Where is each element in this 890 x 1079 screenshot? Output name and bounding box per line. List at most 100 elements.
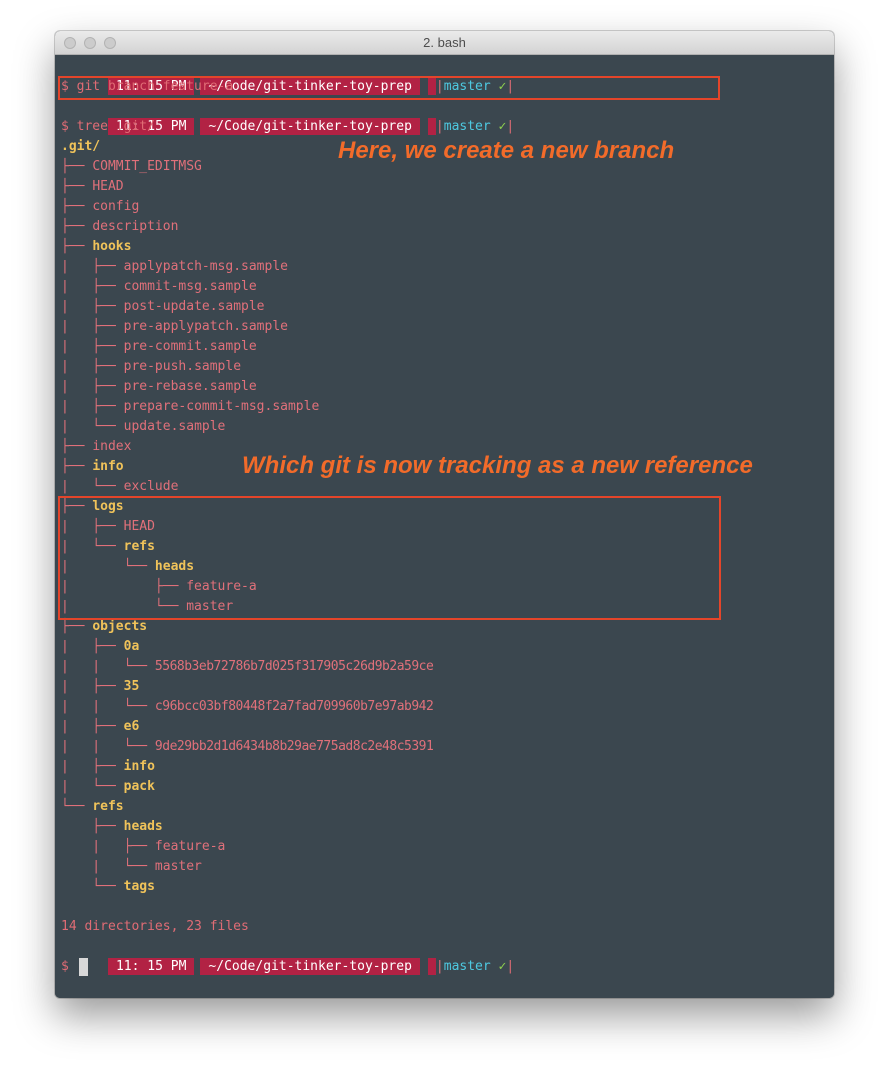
tree-branch-glyph: ├── [61, 819, 124, 834]
tree-entry: | ├── pre-applypatch.sample [61, 317, 288, 337]
tree-file-name: update.sample [123, 419, 226, 434]
tree-file-name: HEAD [92, 179, 124, 194]
tree-branch-glyph: | ├── [61, 299, 124, 314]
tree-branch-glyph: ├── [61, 179, 93, 194]
tree-entry: ├── description [61, 217, 178, 237]
tree-branch-glyph: ├── [61, 619, 93, 634]
tree-file-name: COMMIT_EDITMSG [92, 159, 202, 174]
tree-entry: | ├── feature-a [61, 837, 225, 857]
tree-entry: | └── exclude [61, 477, 178, 497]
tree-branch-glyph: ├── [61, 239, 93, 254]
tree-branch-glyph: | ├── [61, 359, 124, 374]
prompt-branch: master [443, 119, 491, 134]
tree-file-name: pre-push.sample [123, 359, 242, 374]
prompt-line: 11: 15 PM ~/Code/git-tinker-toy-prep |mast… [61, 937, 514, 975]
tree-directory-name: objects [92, 619, 148, 634]
tree-directory-name: tags [123, 879, 155, 894]
window-title: 2. bash [423, 35, 466, 50]
tree-entry: | | └── 9de29bb2d1d6434b8b29ae775ad8c2e4… [61, 737, 434, 757]
tree-root-name: .git/ [61, 139, 101, 154]
tree-branch-glyph: | | └── [61, 659, 155, 674]
annotation-new-branch: Here, we create a new branch [338, 137, 675, 164]
tree-branch-glyph: | ├── [61, 839, 155, 854]
prompt-line: 11: 15 PM ~/Code/git-tinker-toy-prep |mast… [61, 97, 514, 135]
tree-branch-glyph: ├── [61, 439, 93, 454]
tree-entry: | ├── e6 [61, 717, 139, 737]
tree-file-name: applypatch-msg.sample [123, 259, 288, 274]
tree-entry: | ├── pre-push.sample [61, 357, 241, 377]
tree-file-name: pre-rebase.sample [123, 379, 257, 394]
tree-branch-glyph: | ├── [61, 319, 124, 334]
tree-branch-glyph: | └── [61, 859, 155, 874]
tree-branch-glyph: └── [61, 799, 93, 814]
tree-file-name: master [154, 859, 202, 874]
tree-entry: ├── HEAD [61, 177, 124, 197]
tree-directory-name: e6 [123, 719, 140, 734]
tree-branch-glyph: | ├── [61, 719, 124, 734]
tree-summary: 14 directories, 23 files [61, 919, 249, 934]
tree-branch-glyph: | ├── [61, 679, 124, 694]
tree-entry: | ├── commit-msg.sample [61, 277, 257, 297]
tree-entry: | ├── pre-rebase.sample [61, 377, 257, 397]
text-cursor [78, 957, 88, 976]
prompt-branch: master [443, 959, 491, 974]
tree-branch-glyph: | ├── [61, 639, 124, 654]
tree-branch-glyph: | ├── [61, 399, 124, 414]
tree-file-name: pre-commit.sample [123, 339, 257, 354]
tree-entry: ├── heads [61, 817, 163, 837]
tree-entry: └── refs [61, 797, 124, 817]
tree-file-name: commit-msg.sample [123, 279, 257, 294]
highlight-box-command [58, 76, 720, 100]
tree-entry: | ├── 0a [61, 637, 139, 657]
tree-entry: ├── info [61, 457, 124, 477]
prompt-git-segment [427, 958, 436, 975]
prompt-git-segment [427, 118, 436, 135]
highlight-box-logs [58, 496, 721, 620]
tree-file-name: c96bcc03bf80448f2a7fad709960b7e97ab942 [154, 699, 434, 714]
tree-entry: ├── hooks [61, 237, 131, 257]
tree-entry: | | └── c96bcc03bf80448f2a7fad709960b7e9… [61, 697, 434, 717]
tree-branch-glyph: | ├── [61, 339, 124, 354]
tree-directory-name: pack [123, 779, 155, 794]
tree-entry: | └── master [61, 857, 202, 877]
tree-entry: | ├── applypatch-msg.sample [61, 257, 288, 277]
tree-branch-glyph: ├── [61, 459, 93, 474]
tree-branch-glyph: | └── [61, 479, 124, 494]
prompt-path: ~/Code/git-tinker-toy-prep [200, 958, 420, 975]
prompt-time: 11: 15 PM [107, 958, 195, 975]
tree-directory-name: heads [123, 819, 163, 834]
tree-entry: | ├── prepare-commit-msg.sample [61, 397, 319, 417]
tree-directory-name: info [92, 459, 124, 474]
tree-entry: | └── pack [61, 777, 155, 797]
tree-branch-glyph: | | └── [61, 739, 155, 754]
tree-branch-glyph: └── [61, 879, 124, 894]
prompt-symbol: $ [61, 959, 69, 974]
prompt-line: 11: 15 PM ~/Code/git-tinker-toy-prep |mast… [61, 57, 514, 95]
tree-directory-name: 0a [123, 639, 140, 654]
tree-branch-glyph: | ├── [61, 379, 124, 394]
tree-entry: | ├── pre-commit.sample [61, 337, 257, 357]
tree-directory-name: hooks [92, 239, 132, 254]
tree-file-name: exclude [123, 479, 179, 494]
annotation-new-reference: Which git is now tracking as a new refer… [242, 452, 753, 479]
tree-entry: | ├── post-update.sample [61, 297, 265, 317]
command-tree: $ tree .git/ [61, 119, 155, 134]
tree-entry: .git/ [61, 137, 100, 157]
tree-file-name: description [92, 219, 179, 234]
tree-file-name: 9de29bb2d1d6434b8b29ae775ad8c2e48c5391 [154, 739, 434, 754]
tree-branch-glyph: | | └── [61, 699, 155, 714]
tree-directory-name: refs [92, 799, 124, 814]
tree-entry: ├── objects [61, 617, 147, 637]
tree-file-name: post-update.sample [123, 299, 265, 314]
tree-branch-glyph: | ├── [61, 279, 124, 294]
tree-file-name: prepare-commit-msg.sample [123, 399, 320, 414]
tree-directory-name: 35 [123, 679, 140, 694]
tree-branch-glyph: ├── [61, 159, 93, 174]
tree-branch-glyph: | └── [61, 779, 124, 794]
input-line[interactable]: $ [61, 957, 88, 977]
tree-entry: | ├── 35 [61, 677, 139, 697]
tree-file-name: feature-a [154, 839, 226, 854]
tree-file-name: index [92, 439, 132, 454]
tree-entry: | ├── info [61, 757, 155, 777]
tree-entry: ├── config [61, 197, 139, 217]
